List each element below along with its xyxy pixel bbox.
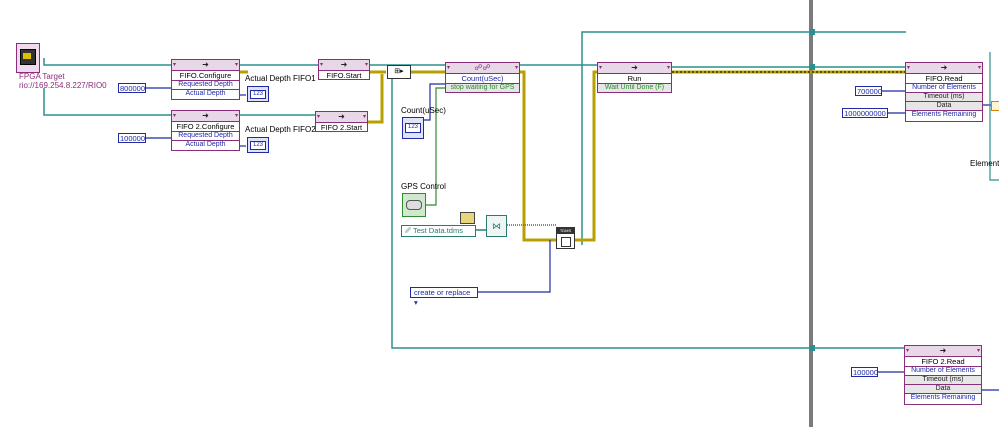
fifo2-start-node[interactable]: ▾ ➜ ▾ FIFO 2.Start bbox=[315, 111, 368, 132]
fifo2-read-elements-remaining[interactable]: Elements Remaining bbox=[905, 394, 981, 402]
open-file-icon bbox=[561, 237, 571, 247]
depth-fifo1-constant[interactable]: 800000 bbox=[118, 83, 146, 93]
gps-control-label: GPS Control bbox=[401, 182, 446, 191]
folder-icon bbox=[460, 212, 475, 224]
fifo-read-number-of-elements[interactable]: Number of Elements bbox=[906, 84, 982, 93]
fifo-configure-requested-depth[interactable]: Requested Depth bbox=[172, 81, 239, 90]
fifo2-read-elements-constant[interactable]: 100000 bbox=[851, 367, 878, 377]
fifo-configure-actual-depth[interactable]: Actual Depth bbox=[172, 90, 239, 98]
tdms-open-node[interactable]: TDMS bbox=[556, 227, 575, 249]
file-operation-enum[interactable]: create or replace ▾ bbox=[410, 287, 478, 307]
fifo2-configure-actual-depth[interactable]: Actual Depth bbox=[172, 141, 239, 149]
tdms-label: TDMS bbox=[557, 228, 574, 234]
path-icon: ␥ bbox=[405, 226, 411, 235]
fifo-start-title: FIFO.Start bbox=[326, 71, 362, 80]
tdms-path-value: Test Data.tdms bbox=[412, 226, 463, 235]
run-title: Run bbox=[598, 74, 671, 84]
actual-depth-fifo2-label: Actual Depth FIFO2 bbox=[245, 125, 316, 134]
tdms-path-constant[interactable]: ␥ Test Data.tdms bbox=[401, 225, 476, 237]
count-usec-node[interactable]: ▾ ☍☍ ▾ Count(uSec) stop waiting for GPS bbox=[445, 62, 520, 93]
fifo-read-timeout-constant[interactable]: 1000000000 bbox=[842, 108, 888, 118]
fpga-ref-wire-2 bbox=[43, 88, 172, 116]
fifo-read-node[interactable]: ▾ ➜ ▾ FIFO.Read Number of Elements Timeout… bbox=[905, 62, 983, 122]
fpga-ref-wire-1 bbox=[43, 58, 172, 66]
dropdown-arrow-icon: ▾ bbox=[414, 298, 418, 307]
fifo-configure-node[interactable]: ▾ ➜ ▾ FIFO.Configure Requested Depth Actua… bbox=[171, 59, 240, 100]
fifo2-read-number-of-elements[interactable]: Number of Elements bbox=[905, 367, 981, 376]
fifo2-start-title: FIFO 2.Start bbox=[320, 123, 363, 132]
stop-waiting-for-gps-prop[interactable]: stop waiting for GPS bbox=[446, 84, 519, 92]
fifo2-read-data[interactable]: Data bbox=[905, 385, 981, 394]
count-usec-control[interactable]: 123 bbox=[402, 117, 424, 139]
build-path-icon[interactable]: ⋈ bbox=[486, 215, 507, 237]
fifo-read-data[interactable]: Data bbox=[906, 102, 982, 111]
fifo-read-title: FIFO.Read bbox=[906, 74, 982, 84]
fifo2-configure-title: FIFO 2.Configure bbox=[172, 122, 239, 132]
fifo-read-elements-remaining[interactable]: Elements Remaining bbox=[906, 111, 982, 119]
actual-depth-fifo1-indicator[interactable]: 123 bbox=[247, 86, 269, 102]
merge-errors-icon[interactable]: ⊞▸ bbox=[387, 65, 411, 79]
fpga-target-address: rio://169.254.8.227/RIO0 bbox=[19, 81, 107, 90]
run-invoke-node[interactable]: ▾ ➜ ▾ Run Wait Until Done (F) bbox=[597, 62, 672, 93]
toggle-switch-icon bbox=[406, 200, 422, 210]
fifo2-configure-node[interactable]: ▾ ➜ ▾ FIFO 2.Configure Requested Depth Act… bbox=[171, 110, 240, 151]
elements-label: Elements bbox=[970, 159, 999, 168]
wait-until-done-prop[interactable]: Wait Until Done (F) bbox=[598, 84, 671, 92]
depth-fifo2-constant[interactable]: 100000 bbox=[118, 133, 146, 143]
count-usec-label: Count(uSec) bbox=[401, 106, 446, 115]
fifo2-configure-requested-depth[interactable]: Requested Depth bbox=[172, 132, 239, 141]
fifo2-read-timeout[interactable]: Timeout (ms) bbox=[905, 376, 981, 385]
gps-control-boolean[interactable] bbox=[402, 193, 426, 217]
fifo-read-timeout[interactable]: Timeout (ms) bbox=[906, 93, 982, 102]
fifo-start-node[interactable]: ▾ ➜ ▾ FIFO.Start bbox=[318, 59, 370, 80]
fifo-configure-title: FIFO.Configure bbox=[172, 71, 239, 81]
fifo2-read-title: FIFO 2.Read bbox=[905, 357, 981, 367]
actual-depth-fifo1-label: Actual Depth FIFO1 bbox=[245, 74, 316, 83]
fpga-target-icon[interactable] bbox=[16, 43, 40, 73]
actual-depth-fifo2-indicator[interactable]: 123 bbox=[247, 137, 269, 153]
fifo-read-elements-constant[interactable]: 700000 bbox=[855, 86, 882, 96]
data-output-terminal bbox=[991, 101, 999, 111]
fifo2-read-node[interactable]: ▾ ➜ ▾ FIFO 2.Read Number of Elements Timeo… bbox=[904, 345, 982, 405]
count-usec-title: Count(uSec) bbox=[446, 74, 519, 84]
